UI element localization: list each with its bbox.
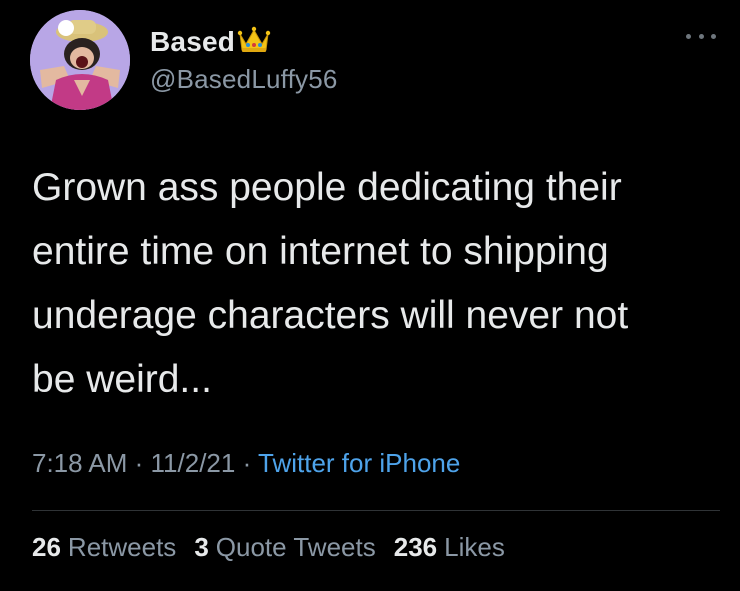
tweet-meta: 7:18 AM · 11/2/21 · Twitter for iPhone [32,448,460,479]
tweet-text-line: underage characters will never not [32,294,629,337]
quote-tweets-stat[interactable]: 3 Quote Tweets [194,532,375,563]
more-horizontal-icon[interactable] [686,26,716,46]
likes-count: 236 [393,532,438,562]
tweet-text-line: entire time on internet to shipping [32,230,609,273]
likes-stat[interactable]: 236 Likes [394,532,505,563]
author-handle[interactable]: @BasedLuffy56 [150,64,338,95]
crown-emoji-icon [237,26,271,52]
avatar-image [30,10,130,110]
quote-tweets-count: 3 [194,532,209,562]
tweet-source-link[interactable]: Twitter for iPhone [258,448,460,478]
divider [32,510,720,511]
tweet-text-line: be weird... [32,358,212,401]
tweet-time[interactable]: 7:18 AM [32,448,127,478]
more-dot [686,33,691,39]
retweets-stat[interactable]: 26 Retweets [32,532,176,563]
meta-separator: · [242,448,259,478]
tweet-text: Grown ass people dedicating their entire… [32,156,712,412]
tweet-header: Based @BasedLuffy56 [30,10,720,110]
avatar[interactable] [30,10,130,110]
tweet-detail: Based @BasedLuffy56 Grown ass people ded… [0,0,740,591]
quote-tweets-label: Quote Tweets [215,532,376,562]
display-name[interactable]: Based [150,26,235,58]
retweets-count: 26 [32,532,61,562]
display-name-row[interactable]: Based [150,24,338,60]
tweet-date[interactable]: 11/2/21 [151,448,236,478]
likes-label: Likes [444,532,505,562]
tweet-stats: 26 Retweets 3 Quote Tweets 236 Likes [32,532,505,563]
tweet-text-line: Grown ass people dedicating their [32,166,622,209]
retweets-label: Retweets [67,532,177,562]
more-dot [711,33,716,39]
more-dot [698,33,704,39]
author-names: Based @BasedLuffy56 [150,24,338,95]
meta-separator: · [134,448,151,478]
